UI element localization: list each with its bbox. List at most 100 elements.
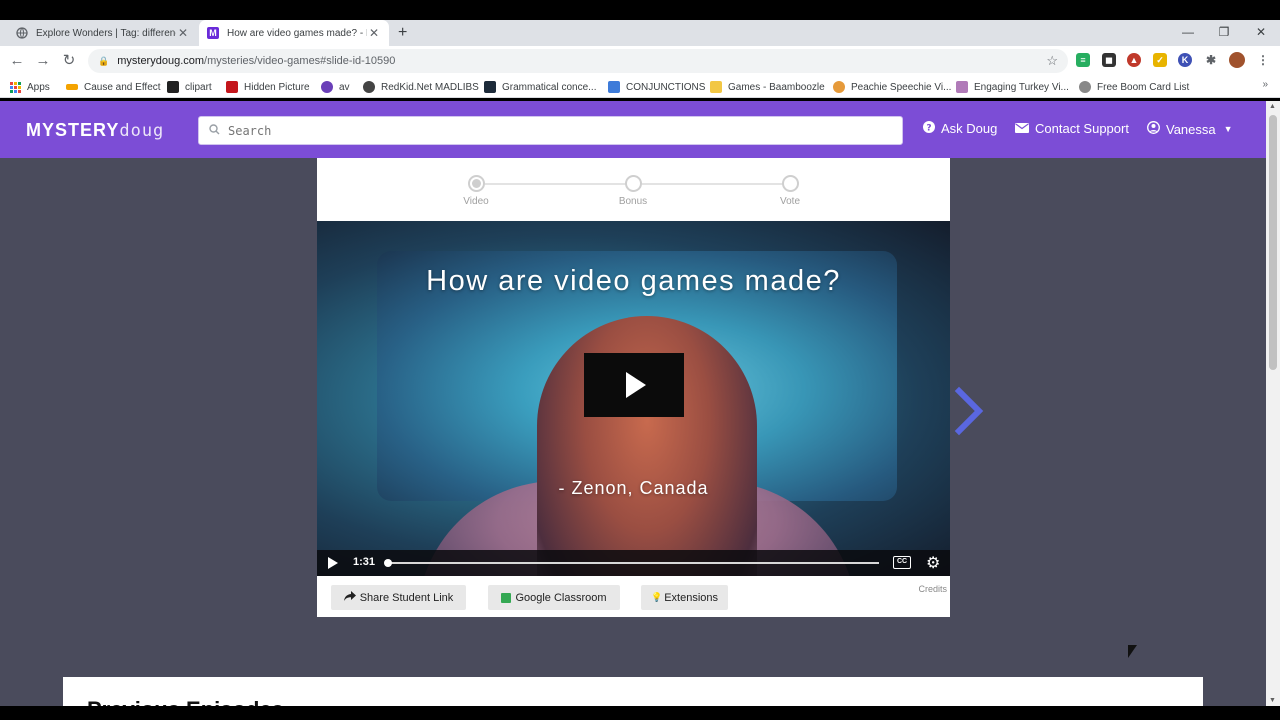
bookmark-icon	[1079, 81, 1091, 93]
play-icon	[626, 372, 646, 398]
closed-captions-icon[interactable]: CC	[893, 556, 911, 569]
step-vote-label: Vote	[779, 196, 801, 207]
extensions-label: Extensions	[664, 591, 719, 604]
search-box[interactable]	[198, 116, 903, 145]
bookmark-conjunctions[interactable]: CONJUNCTIONS	[608, 76, 705, 98]
contact-support-label: Contact Support	[1035, 121, 1129, 136]
extension-shield-icon[interactable]: ✓	[1153, 53, 1167, 67]
seek-handle[interactable]	[384, 559, 392, 567]
settings-gear-icon[interactable]: ⚙	[926, 553, 940, 573]
bookmark-star-icon[interactable]: ☆	[1046, 53, 1058, 69]
step-vote-dot[interactable]	[782, 175, 799, 192]
back-icon[interactable]: ←	[7, 46, 27, 76]
bookmark-icon	[484, 81, 496, 93]
restore-icon[interactable]: ❐	[1209, 20, 1239, 46]
scrollbar-thumb[interactable]	[1269, 115, 1277, 370]
video-player[interactable]: How are video games made? - Zenon, Canad…	[317, 221, 950, 576]
contact-support-link[interactable]: Contact Support	[1015, 121, 1129, 136]
browser-tab-strip: Explore Wonders | Tag: difference ✕ M Ho…	[0, 20, 1280, 46]
tab-close-icon[interactable]: ✕	[176, 26, 190, 40]
google-classroom-icon	[501, 592, 512, 603]
bookmark-turkey[interactable]: Engaging Turkey Vi...	[956, 76, 1069, 98]
reload-icon[interactable]: ↻	[59, 46, 79, 76]
bookmark-peachie[interactable]: Peachie Speechie Vi...	[833, 76, 951, 98]
minimize-icon[interactable]: —	[1173, 20, 1203, 46]
bookmark-icon	[608, 81, 620, 93]
extensions-puzzle-icon[interactable]: ✱	[1204, 53, 1218, 67]
bookmark-label: Cause and Effect	[84, 81, 161, 93]
tab-explore-wonders[interactable]: Explore Wonders | Tag: difference ✕	[8, 20, 198, 46]
bookmark-cause-effect[interactable]: Cause and Effect	[66, 76, 161, 98]
new-tab-button[interactable]: +	[398, 20, 407, 46]
bookmark-redkid[interactable]: RedKid.Net MADLIBS	[363, 76, 479, 98]
page-scrollbar[interactable]: ▲ ▼	[1266, 101, 1280, 706]
video-controls: 1:31 CC ⚙	[317, 550, 950, 576]
ask-doug-label: Ask Doug	[941, 121, 998, 136]
bookmark-clipart[interactable]: clipart	[167, 76, 212, 98]
user-menu[interactable]: Vanessa ▼	[1147, 121, 1233, 137]
user-circle-icon	[1147, 121, 1160, 137]
search-input[interactable]	[228, 123, 868, 138]
progress-connector	[485, 183, 635, 185]
bookmark-icon	[167, 81, 179, 93]
lesson-card: Video Bonus Vote How are video games mad…	[317, 158, 950, 617]
tab-close-icon[interactable]: ✕	[367, 26, 381, 40]
address-bar[interactable]: 🔒 mysterydoug.com/mysteries/video-games#…	[88, 49, 1068, 73]
browser-menu-icon[interactable]: ⋮	[1256, 53, 1270, 67]
bookmark-icon	[956, 81, 968, 93]
site-header: MYSTERYdoug ? Ask Doug Contact Support V…	[0, 101, 1266, 158]
mouse-cursor-icon	[1128, 645, 1137, 658]
google-classroom-button[interactable]: Google Classroom	[488, 585, 620, 610]
previous-episodes-section: Previous Episodes	[63, 677, 1203, 706]
bookmark-label: Grammatical conce...	[502, 81, 597, 93]
tab-mystery-doug[interactable]: M How are video games made? - M ✕	[199, 20, 389, 46]
play-icon[interactable]	[328, 557, 338, 569]
google-classroom-label: Google Classroom	[515, 591, 607, 604]
lock-icon: 🔒	[98, 55, 110, 66]
extensions-button[interactable]: 💡 Extensions	[641, 585, 728, 610]
extension-dark-icon[interactable]: ◼	[1102, 53, 1116, 67]
ask-doug-link[interactable]: ? Ask Doug	[923, 121, 997, 136]
bookmarks-overflow-icon[interactable]: »	[1262, 79, 1268, 90]
forward-icon[interactable]: →	[33, 46, 53, 76]
apps-grid-icon	[10, 81, 21, 93]
bookmark-grammatical[interactable]: Grammatical conce...	[484, 76, 596, 98]
close-window-icon[interactable]: ✕	[1246, 20, 1276, 46]
extension-green-icon[interactable]: ≡	[1076, 53, 1090, 67]
step-video-dot[interactable]	[468, 175, 485, 192]
mystery-doug-logo[interactable]: MYSTERYdoug	[26, 120, 164, 141]
bookmark-av[interactable]: av	[321, 76, 350, 98]
bookmark-icon	[710, 81, 722, 93]
question-circle-icon: ?	[923, 121, 935, 136]
video-credit-overlay: - Zenon, Canada	[558, 478, 709, 498]
user-name: Vanessa	[1166, 121, 1216, 137]
step-bonus-dot[interactable]	[625, 175, 642, 192]
next-slide-chevron-icon[interactable]	[953, 381, 993, 441]
bookmark-apps[interactable]: Apps	[10, 76, 50, 98]
profile-avatar-icon[interactable]	[1229, 52, 1245, 68]
previous-episodes-heading: Previous Episodes	[87, 697, 284, 706]
url-domain: mysterydoug.com	[117, 55, 205, 67]
share-student-link-button[interactable]: Share Student Link	[331, 585, 466, 610]
bookmark-label: Peachie Speechie Vi...	[851, 81, 952, 93]
bookmark-label: CONJUNCTIONS	[626, 81, 706, 93]
video-title-overlay: How are video games made?	[426, 265, 841, 297]
big-play-button[interactable]	[584, 353, 684, 417]
logo-light-text: doug	[119, 121, 165, 141]
bookmark-boom-card[interactable]: Free Boom Card List	[1079, 76, 1189, 98]
bookmark-label: RedKid.Net MADLIBS	[381, 81, 479, 93]
bookmark-icon	[66, 84, 78, 90]
scroll-down-icon[interactable]: ▼	[1269, 697, 1276, 704]
scroll-up-icon[interactable]: ▲	[1269, 103, 1276, 110]
extension-k-icon[interactable]: K	[1178, 53, 1192, 67]
credits-link[interactable]: Credits	[918, 584, 947, 594]
lesson-progress-steps: Video Bonus Vote	[317, 158, 950, 221]
tab-title: Explore Wonders | Tag: difference	[36, 27, 176, 39]
share-student-link-label: Share Student Link	[359, 591, 454, 604]
bookmark-hidden-picture[interactable]: Hidden Picture	[226, 76, 310, 98]
lesson-actions: Share Student Link Google Classroom 💡 Ex…	[317, 576, 950, 617]
bookmark-baamboozle[interactable]: Games - Baamboozle	[710, 76, 825, 98]
extension-red-icon[interactable]: ▲	[1127, 53, 1141, 67]
screen-top-bar	[0, 0, 1280, 20]
seek-bar[interactable]	[387, 562, 879, 564]
